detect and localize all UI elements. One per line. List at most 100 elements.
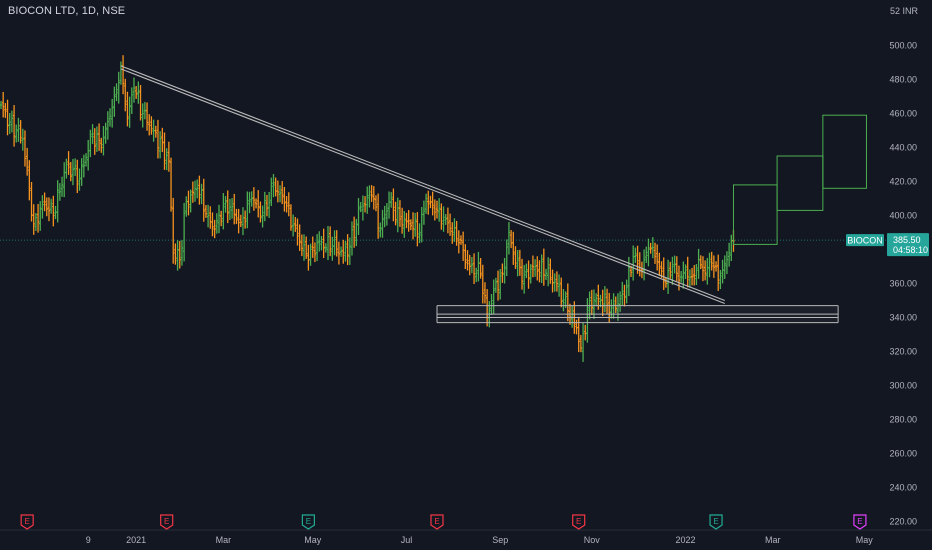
y-tick-label: 280.00 <box>889 415 917 425</box>
price-bar <box>65 158 68 179</box>
price-bar <box>383 205 386 228</box>
price-bar <box>435 200 439 219</box>
price-bar <box>126 91 129 127</box>
price-bar <box>429 195 432 209</box>
price-bar <box>89 129 92 158</box>
projection-box <box>822 114 867 189</box>
price-chart[interactable]: 220.00 240.00 260.00 280.00 300.00 320.00 340.… <box>0 0 932 550</box>
price-bar <box>187 190 190 216</box>
price-bar <box>514 246 517 269</box>
price-bar <box>459 235 463 245</box>
price-bar <box>1 91 5 118</box>
price-bar <box>632 245 635 281</box>
price-bar <box>461 231 465 261</box>
price-bar <box>104 122 107 144</box>
price-bar <box>387 191 391 219</box>
price-bar <box>536 256 539 281</box>
price-bar <box>396 197 399 233</box>
price-bar <box>298 224 301 251</box>
price-bar <box>442 206 445 232</box>
price-bar <box>315 234 319 262</box>
price-bar <box>505 239 508 277</box>
price-bar <box>241 207 245 236</box>
price-bar <box>196 179 199 199</box>
price-bar <box>228 198 232 220</box>
price-bar <box>291 214 295 237</box>
price-bar <box>638 252 641 277</box>
price-bar <box>444 213 447 225</box>
earnings-event-icon: E <box>430 514 444 530</box>
price-bar <box>285 196 288 213</box>
price-bar <box>540 254 543 284</box>
price-bar <box>239 214 242 228</box>
price-bar <box>516 250 519 277</box>
y-tick-label: 220.00 <box>889 517 917 527</box>
price-bar <box>167 141 171 172</box>
price-bar <box>28 160 31 201</box>
countdown-label: 04:58:10 <box>893 245 928 255</box>
price-bar <box>60 176 64 197</box>
price-bar <box>139 85 142 121</box>
price-bar <box>322 228 325 259</box>
price-bar <box>209 206 212 229</box>
price-bar <box>392 188 395 222</box>
price-bar <box>58 183 62 201</box>
price-bar <box>287 192 290 217</box>
price-bar <box>71 158 75 186</box>
price-bar <box>579 334 583 353</box>
price-bar <box>100 137 103 153</box>
price-bar <box>677 265 681 291</box>
price-bar <box>525 263 528 279</box>
price-bar <box>191 181 195 203</box>
price-bar <box>333 230 336 256</box>
price-bar <box>730 234 733 262</box>
price-bar <box>466 250 469 271</box>
projection-box <box>776 155 824 211</box>
price-bar <box>219 210 223 227</box>
price-bar <box>45 197 48 217</box>
price-bar <box>230 198 234 219</box>
price-bar <box>265 194 269 217</box>
price-bar <box>640 261 644 279</box>
price-bar <box>32 204 35 235</box>
price-bar <box>211 212 214 237</box>
price-bar <box>719 269 722 290</box>
price-bar <box>263 191 266 222</box>
price-bar <box>313 242 317 263</box>
price-bar <box>344 240 347 262</box>
y-tick-label: 500.00 <box>889 41 917 51</box>
price-bar <box>289 204 293 231</box>
price-bar <box>673 255 676 274</box>
price-bar <box>427 190 430 215</box>
price-bar <box>352 216 356 248</box>
price-bar <box>110 98 114 128</box>
price-bar <box>361 195 365 221</box>
price-bar <box>348 237 351 265</box>
price-bar <box>594 293 598 307</box>
earnings-event-icon: E <box>572 514 586 530</box>
price-bar <box>224 196 227 213</box>
price-bar <box>119 61 123 85</box>
price-bar <box>342 239 345 264</box>
price-bar <box>496 270 500 301</box>
price-bar <box>0 100 3 110</box>
price-bar <box>178 240 181 269</box>
price-bar <box>366 186 369 214</box>
price-bar <box>257 190 260 218</box>
earnings-label: E <box>857 517 862 526</box>
price-bar <box>464 244 467 270</box>
price-bar <box>252 187 256 211</box>
y-tick-label: 440.00 <box>889 143 917 153</box>
price-bar <box>21 128 24 151</box>
price-bar <box>93 128 96 155</box>
price-bar <box>658 252 661 277</box>
price-bar <box>132 77 136 103</box>
price-bar <box>84 153 88 167</box>
earnings-event-icon: E <box>853 514 867 530</box>
price-bar <box>679 271 683 283</box>
price-bar <box>621 281 624 306</box>
price-bar <box>723 255 726 279</box>
y-tick-label: 480.00 <box>889 75 917 85</box>
price-bar <box>533 259 537 277</box>
price-bar <box>15 124 18 143</box>
